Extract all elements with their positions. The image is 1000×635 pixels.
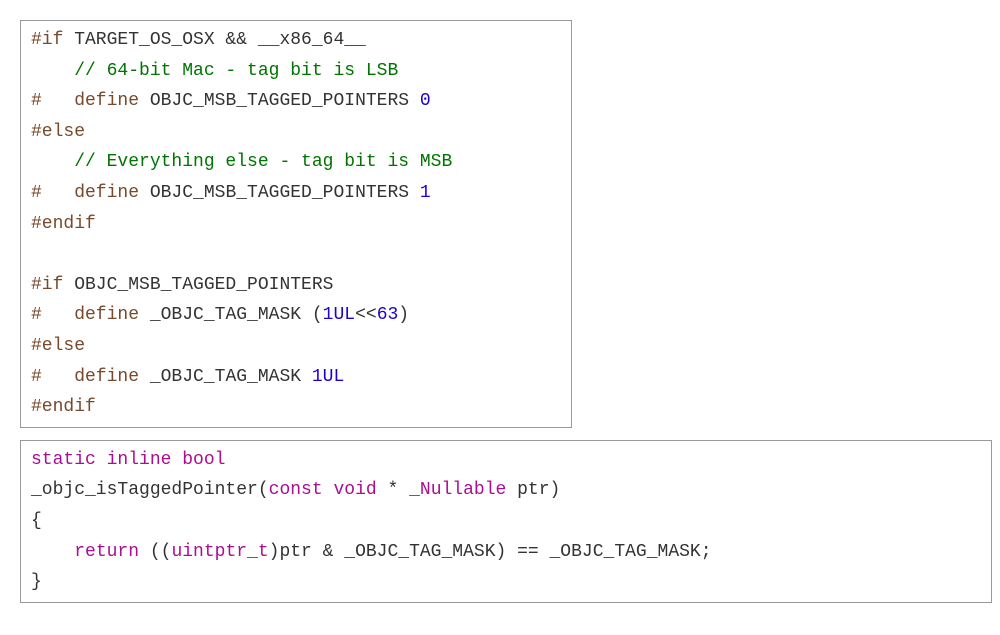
preproc-else: #else [31, 336, 85, 356]
num-63: 63 [377, 305, 399, 325]
define-name: _OBJC_TAG_MASK ( [139, 305, 323, 325]
define-name: _OBJC_TAG_MASK [139, 367, 312, 387]
define-name: OBJC_MSB_TAGGED_POINTERS [139, 91, 420, 111]
kw-nullable: _Nullable [409, 480, 506, 500]
expr-a: (( [139, 542, 171, 562]
num-1: 1 [420, 183, 431, 203]
shift-op: << [355, 305, 377, 325]
code-block-2: static inline bool _objc_isTaggedPointer… [20, 440, 992, 603]
kw-return: return [74, 542, 139, 562]
code-block-1: #if TARGET_OS_OSX && __x86_64__ // 64-bi… [20, 20, 572, 428]
preproc-if: #if [31, 30, 63, 50]
preproc-define: # define [31, 367, 139, 387]
preproc-else: #else [31, 122, 85, 142]
func-name: _objc_isTaggedPointer( [31, 480, 269, 500]
open-brace: { [31, 511, 42, 531]
preproc-define: # define [31, 183, 139, 203]
preproc-if: #if [31, 275, 63, 295]
ptr-star: * [377, 480, 409, 500]
cond-expr: OBJC_MSB_TAGGED_POINTERS [63, 275, 333, 295]
indent [31, 542, 74, 562]
comment-else: // Everything else - tag bit is MSB [31, 152, 452, 172]
cond-expr: TARGET_OS_OSX && __x86_64__ [63, 30, 365, 50]
kw-const: const [269, 480, 323, 500]
param-name: ptr) [506, 480, 560, 500]
define-name: OBJC_MSB_TAGGED_POINTERS [139, 183, 420, 203]
num-1ul: 1UL [312, 367, 344, 387]
num-0: 0 [420, 91, 431, 111]
kw-void: void [333, 480, 376, 500]
close-brace: } [31, 572, 42, 592]
kw-static-inline-bool: static inline bool [31, 450, 225, 470]
preproc-endif: #endif [31, 397, 96, 417]
preproc-endif: #endif [31, 214, 96, 234]
preproc-define: # define [31, 91, 139, 111]
expr-b: )ptr & _OBJC_TAG_MASK) == _OBJC_TAG_MASK… [269, 542, 712, 562]
close-paren: ) [398, 305, 409, 325]
comment-mac: // 64-bit Mac - tag bit is LSB [31, 61, 398, 81]
num-1ul: 1UL [323, 305, 355, 325]
preproc-define: # define [31, 305, 139, 325]
sp [323, 480, 334, 500]
type-uintptr: uintptr_t [171, 542, 268, 562]
